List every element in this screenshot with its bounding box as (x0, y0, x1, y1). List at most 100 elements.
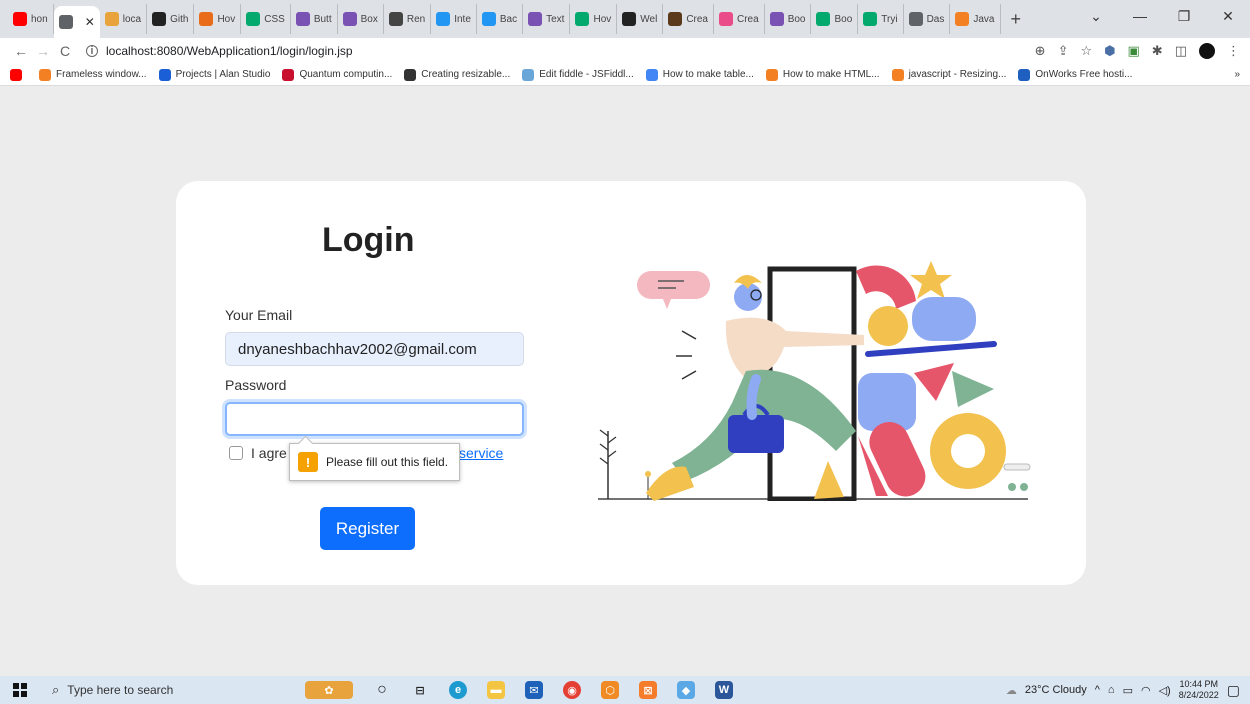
mail-icon[interactable]: ✉ (525, 681, 543, 699)
page-title: Login (322, 221, 415, 259)
notifications-icon[interactable]: ▢ (1227, 682, 1240, 699)
email-field[interactable] (225, 332, 524, 366)
tray-chevron-icon[interactable]: ^ (1095, 684, 1100, 696)
bootstrap-icon (769, 12, 784, 26)
bookmark-favicon-icon (10, 68, 22, 81)
xampp-icon[interactable]: ⊠ (639, 681, 657, 699)
browser-tab[interactable]: Bac (477, 4, 524, 34)
network-icon[interactable]: ⌂ (1108, 684, 1115, 696)
edge-icon[interactable]: e (449, 681, 467, 699)
menu-kebab-icon[interactable]: ⋮ (1227, 43, 1240, 59)
bootstrap-icon (295, 12, 310, 26)
browser-tab[interactable]: Boo (765, 4, 812, 34)
register-button[interactable]: Register (320, 507, 415, 550)
battery-icon[interactable]: ▭ (1123, 684, 1133, 697)
validation-tooltip: ! Please fill out this field. (289, 443, 460, 481)
tab-label: Inte (454, 13, 471, 25)
browser-tab[interactable]: Tryi (858, 4, 904, 34)
share-icon[interactable]: ⇪ (1058, 43, 1069, 59)
new-tab-button[interactable]: + (1011, 9, 1022, 30)
bookmark-item[interactable]: Creating resizable... (404, 68, 510, 81)
weather-text[interactable]: 23°C Cloudy (1025, 684, 1087, 696)
w3schools-icon (246, 12, 261, 26)
bookmark-favicon-icon (282, 68, 295, 81)
minimize-button[interactable]: — (1118, 8, 1162, 24)
globe-icon (58, 15, 73, 29)
browser-tab[interactable]: Wel (617, 4, 664, 34)
address-bar[interactable]: i localhost:8080/WebApplication1/login/l… (86, 40, 1035, 62)
tab-search-icon[interactable]: ⌄ (1074, 8, 1118, 25)
windows-taskbar: ⌕ Type here to search ✿ ○ ⊟ e ▬ ✉ ◉ ⬡ ⊠ … (0, 676, 1250, 704)
chrome-icon[interactable]: ◉ (563, 681, 581, 699)
terms-checkbox[interactable] (229, 446, 243, 460)
volume-icon[interactable]: ◁) (1159, 684, 1171, 697)
word-icon[interactable]: W (715, 681, 733, 699)
browser-tab[interactable]: Boo (811, 4, 859, 34)
bookmarks-overflow-icon[interactable]: » (1234, 69, 1240, 80)
task-view-icon[interactable]: ⊟ (411, 681, 429, 699)
browser-tab[interactable]: Hov (570, 4, 618, 34)
browser-tab[interactable]: Ren (384, 4, 432, 34)
browser-tab[interactable]: CSS (241, 4, 291, 34)
browser-tab[interactable]: Crea (714, 4, 765, 34)
browser-tab[interactable]: Box (338, 4, 384, 34)
cortana-icon[interactable]: ○ (373, 681, 391, 699)
news-widget-icon[interactable]: ✿ (305, 681, 353, 699)
browser-tab[interactable]: Java (950, 4, 1001, 34)
password-label: Password (225, 377, 287, 393)
bookmark-favicon-icon (891, 68, 904, 81)
warning-icon: ! (298, 452, 318, 472)
browser-tab[interactable]: Crea (663, 4, 714, 34)
chart-icon (104, 12, 119, 26)
bookmark-star-icon[interactable]: ☆ (1080, 43, 1092, 59)
file-explorer-icon[interactable]: ▬ (487, 681, 505, 699)
taskbar-search[interactable]: ⌕ Type here to search (40, 676, 230, 704)
reload-button[interactable]: C (54, 43, 76, 59)
bookmark-favicon-icon (404, 68, 417, 81)
sidepanel-icon[interactable]: ◫ (1175, 43, 1187, 59)
browser-tab[interactable]: ✕ (53, 6, 100, 38)
tab-label: Ren (406, 13, 426, 25)
close-window-button[interactable]: ✕ (1206, 8, 1250, 25)
globe-icon (908, 12, 923, 26)
browser-tab[interactable]: Text (523, 4, 571, 34)
back-button[interactable]: ← (10, 43, 32, 59)
extension-green-icon[interactable]: ▣ (1128, 43, 1140, 59)
vscode-icon[interactable]: ◆ (677, 681, 695, 699)
browser-tab[interactable]: Das (904, 4, 951, 34)
bookmark-item[interactable]: How to make HTML... (765, 68, 880, 81)
terms-of-service-link[interactable]: service (459, 445, 503, 461)
bookmark-item[interactable] (10, 68, 27, 81)
password-field[interactable] (225, 402, 524, 436)
browser-tab[interactable]: Inte (431, 4, 477, 34)
browser-tab[interactable]: loca (100, 4, 148, 34)
bookmark-item[interactable]: Edit fiddle - JSFiddl... (522, 68, 634, 81)
bookmark-item[interactable]: Projects | Alan Studio (158, 68, 270, 81)
browser-tab[interactable]: Gith (147, 4, 195, 34)
browser-tab[interactable]: Hov (194, 4, 242, 34)
info-icon[interactable]: i (86, 45, 98, 57)
bookmark-item[interactable]: javascript - Resizing... (891, 68, 1006, 81)
zoom-icon[interactable]: ⊕ (1035, 43, 1046, 59)
start-button[interactable] (0, 683, 40, 697)
bookmark-item[interactable]: Frameless window... (39, 68, 147, 81)
window-controls: ⌄ — ❐ ✕ (1074, 0, 1250, 32)
restore-button[interactable]: ❐ (1162, 8, 1206, 25)
bookmark-label: OnWorks Free hosti... (1035, 69, 1133, 80)
bookmark-item[interactable]: How to make table... (645, 68, 754, 81)
w3schools-icon (816, 12, 831, 26)
extension-shield-icon[interactable]: ⬢ (1104, 43, 1115, 59)
office-icon[interactable]: ⬡ (601, 681, 619, 699)
profile-avatar[interactable] (1199, 43, 1215, 59)
browser-tab[interactable]: Butt (291, 4, 338, 34)
clock[interactable]: 10:44 PM 8/24/2022 (1179, 679, 1219, 701)
extensions-puzzle-icon[interactable]: ✱ (1152, 43, 1163, 59)
bookmark-item[interactable]: Quantum computin... (282, 68, 392, 81)
tab-label: Hov (217, 13, 236, 25)
bookmark-item[interactable]: OnWorks Free hosti... (1018, 68, 1133, 81)
login-card: Login Your Email Password I agre service… (176, 181, 1086, 585)
browser-tab[interactable]: hon (8, 4, 54, 34)
close-tab-icon[interactable]: ✕ (85, 15, 95, 29)
wifi-icon[interactable]: ◠ (1141, 684, 1151, 697)
forward-button[interactable]: → (32, 43, 54, 59)
